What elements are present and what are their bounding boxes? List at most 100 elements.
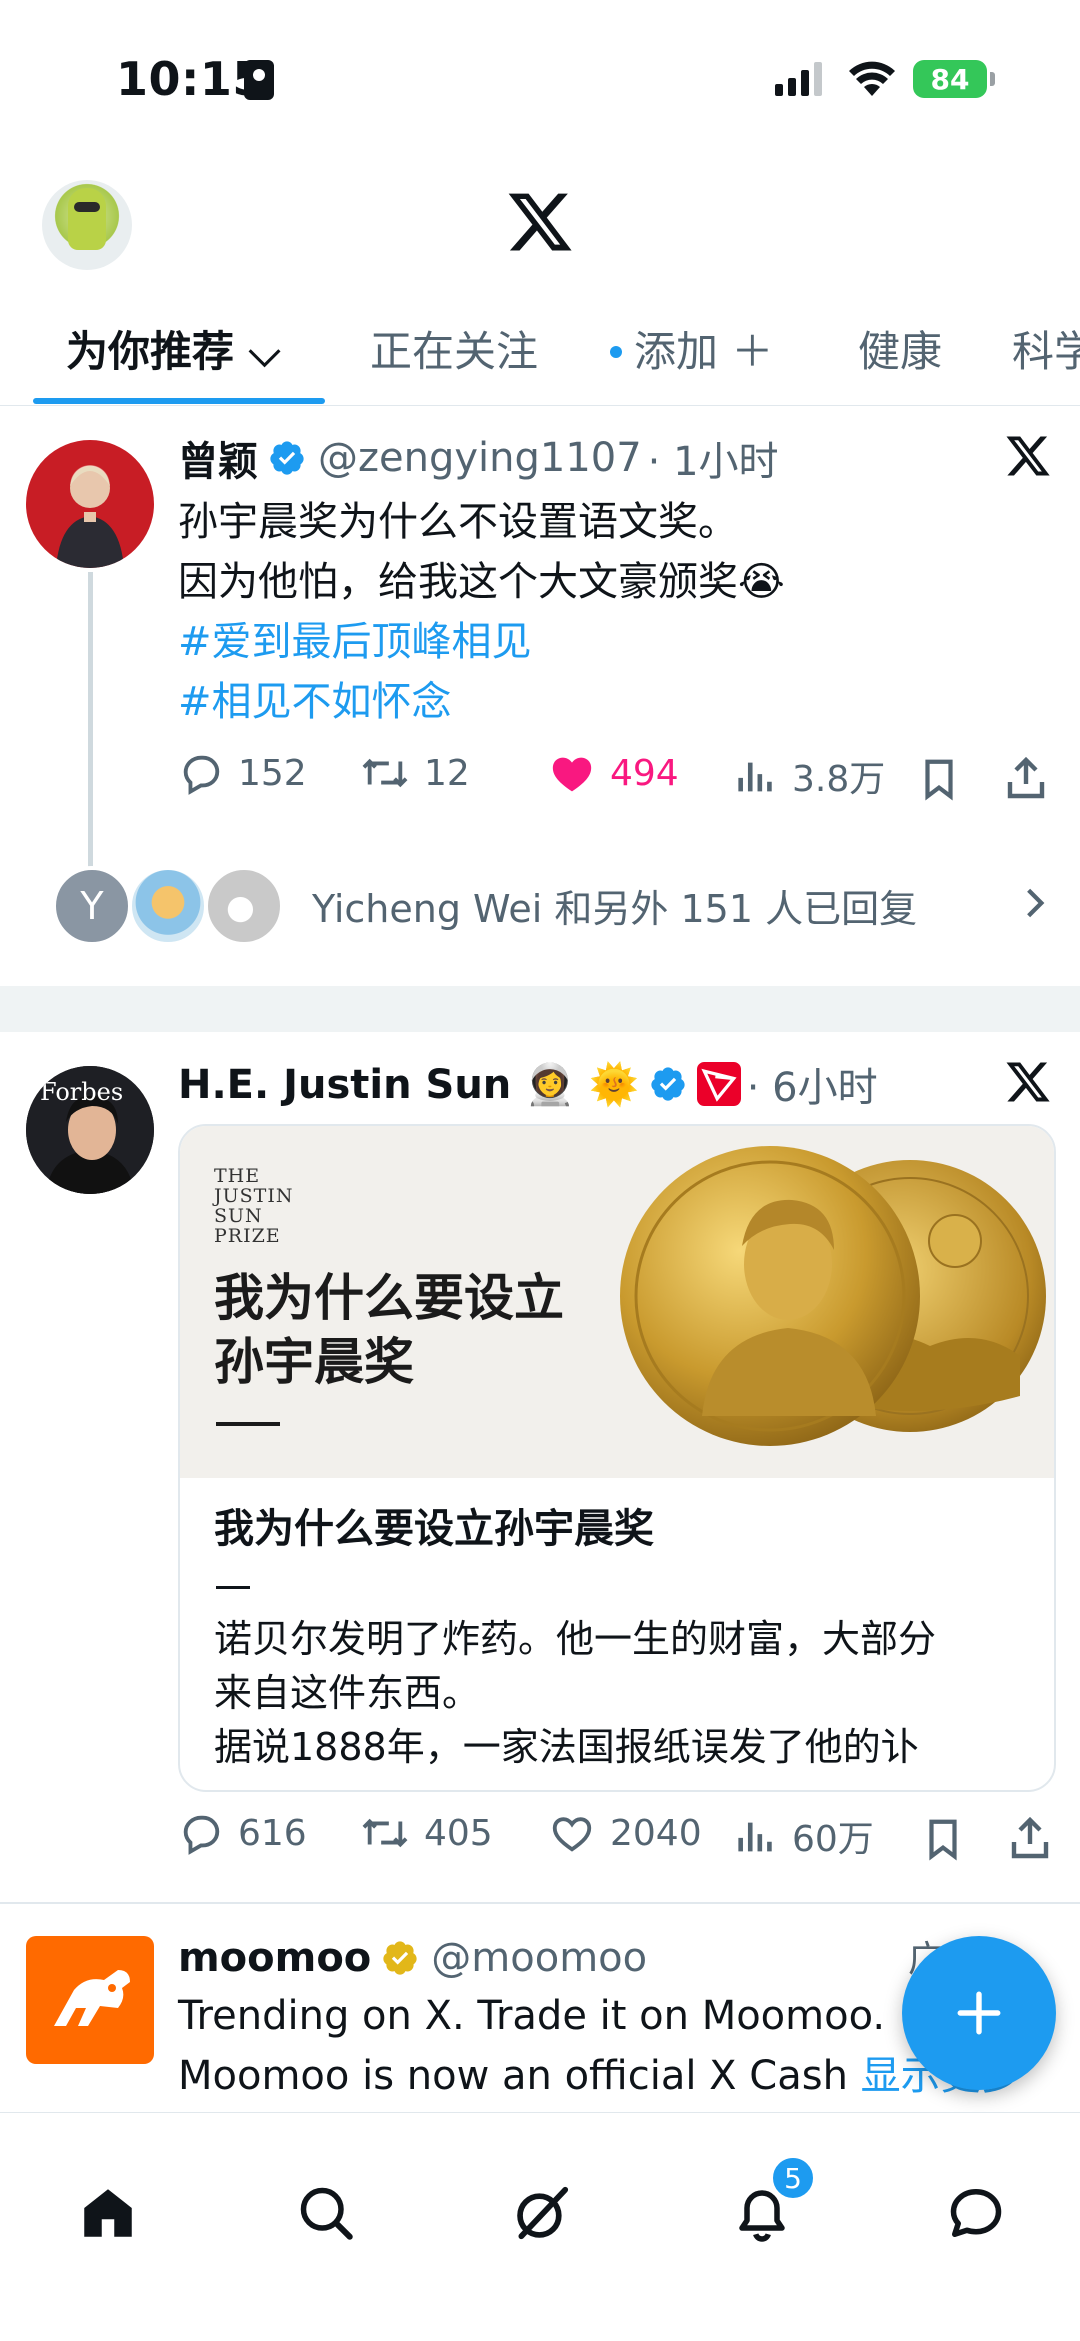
battery-indicator: 84 <box>913 60 995 98</box>
bookmark-icon[interactable] <box>918 756 960 802</box>
reply-avatar <box>204 866 284 946</box>
status-bar: 10:15 84 <box>0 0 1080 150</box>
like-count: 494 <box>610 752 679 794</box>
retweet-count: 12 <box>424 752 470 794</box>
active-tab-indicator <box>33 398 325 404</box>
headline-line: 我为什么要设立 <box>214 1268 564 1327</box>
tweet-text-line: 孙宇晨奖为什么不设置语文奖。 <box>178 499 738 545</box>
tron-affiliate-icon <box>696 1062 741 1106</box>
brand-line: THE <box>214 1165 261 1187</box>
bookmark-icon[interactable] <box>922 1816 964 1862</box>
grok-icon[interactable] <box>1004 1058 1052 1106</box>
orientation-lock-icon <box>244 60 274 100</box>
reply-icon <box>183 755 220 795</box>
status-time: 10:15 <box>116 52 265 106</box>
card-desc-line: 诺贝尔发明了炸药。他一生的财富，大部分 <box>214 1617 937 1661</box>
thread-line <box>88 572 93 868</box>
retweet-count: 405 <box>424 1812 493 1854</box>
reply-avatars[interactable]: Y <box>52 866 292 946</box>
nav-grok[interactable] <box>502 2173 582 2253</box>
ad-author-handle[interactable]: @moomoo <box>431 1935 647 1981</box>
author-name[interactable]: 曾颖 <box>178 429 258 487</box>
heart-filled-icon <box>552 757 592 792</box>
new-dot-icon <box>610 345 622 358</box>
chevron-right-icon[interactable] <box>1022 886 1048 920</box>
author-name[interactable]: H.E. Justin Sun 👩‍🚀 🌞 <box>178 1061 639 1108</box>
x-logo-icon <box>508 193 572 251</box>
link-card[interactable]: THE JUSTIN SUN PRIZE 我为什么要设立 孙宇晨奖 我为什么要设 <box>178 1124 1056 1792</box>
avatar-caption: Forbes <box>40 1078 123 1106</box>
plus-icon <box>957 1991 1001 2035</box>
nav-home[interactable] <box>68 2173 148 2253</box>
views-button[interactable]: 60万 <box>734 1810 874 1862</box>
reply-count: 616 <box>238 1812 307 1854</box>
like-button[interactable]: 2040 <box>548 1810 702 1856</box>
reply-avatar <box>128 866 208 946</box>
tab-add[interactable]: 添加 ＋ <box>610 318 773 379</box>
reply-button[interactable]: 616 <box>178 1810 307 1856</box>
gold-medals-image <box>620 1146 1046 1446</box>
views-button[interactable]: 3.8万 <box>734 750 885 802</box>
retweet-button[interactable]: 405 <box>360 1810 493 1856</box>
verified-badge-icon <box>651 1067 685 1101</box>
tab-for-you[interactable]: 为你推荐 ⌵ <box>66 318 280 379</box>
avatar-photo: Forbes <box>26 1066 154 1194</box>
brand-line: JUSTIN <box>214 1185 294 1207</box>
ad-text-line: Moomoo is now an official X Cash <box>178 2053 861 2099</box>
tab-science[interactable]: 科学 <box>1012 318 1080 379</box>
tweet-body: 孙宇晨奖为什么不设置语文奖。 因为他怕，给我这个大文豪颁奖😭 #爱到最后顶峰相见… <box>178 492 785 732</box>
profile-avatar[interactable] <box>42 180 132 270</box>
prize-brand: THE JUSTIN SUN PRIZE <box>214 1166 293 1246</box>
tweet-header: 曾颖 @zengying1107 · 1小时 <box>178 428 779 488</box>
grok-icon[interactable] <box>1004 432 1052 480</box>
hashtag-link[interactable]: #爱到最后顶峰相见 <box>178 612 785 672</box>
retweet-icon <box>362 758 408 788</box>
tab-following[interactable]: 正在关注 <box>370 318 538 379</box>
share-icon[interactable] <box>1004 754 1048 802</box>
tweet-actions: 152 12 494 3.8万 <box>178 750 1048 810</box>
verified-badge-icon <box>270 441 304 475</box>
cellular-signal-icon <box>775 62 822 96</box>
card-headline: 我为什么要设立 孙宇晨奖 <box>214 1266 564 1394</box>
headline-rule <box>216 1422 280 1426</box>
tweet-header: H.E. Justin Sun 👩‍🚀 🌞 · 6小时 <box>178 1054 878 1114</box>
ad-author-name[interactable]: moomoo <box>178 1935 371 1981</box>
avatar-photo <box>56 466 124 568</box>
reply-avatar-letter: Y <box>52 866 132 946</box>
card-image: THE JUSTIN SUN PRIZE 我为什么要设立 孙宇晨奖 <box>180 1126 1054 1478</box>
compose-button[interactable] <box>902 1936 1056 2090</box>
brand-line: SUN <box>214 1205 263 1227</box>
tweet-actions: 616 405 2040 60万 <box>178 1810 1049 1870</box>
tweet-author-avatar[interactable] <box>26 440 154 568</box>
section-divider <box>0 986 1080 1032</box>
card-desc-line: 据说1888年，一家法国报纸误发了他的讣 <box>214 1725 919 1769</box>
tweet-author-avatar[interactable]: Forbes <box>26 1066 154 1194</box>
tab-health[interactable]: 健康 <box>858 318 942 379</box>
bottom-navigation: 5 <box>0 2112 1080 2341</box>
retweet-icon <box>362 1818 408 1848</box>
nav-search[interactable] <box>286 2173 366 2253</box>
ad-header: moomoo @moomoo <box>178 1928 647 1988</box>
search-icon <box>300 2187 353 2240</box>
views-icon <box>738 762 772 792</box>
reply-summary[interactable]: Yicheng Wei 和另外 151 人已回复 <box>312 878 917 933</box>
brand-line: PRIZE <box>214 1225 281 1247</box>
nav-messages[interactable] <box>936 2173 1016 2253</box>
tweet-divider <box>0 1902 1080 1904</box>
share-icon[interactable] <box>1008 1814 1052 1862</box>
card-description: 诺贝尔发明了炸药。他一生的财富，大部分 来自这件东西。 据说1888年，一家法国… <box>214 1612 1034 1774</box>
views-icon <box>738 1822 772 1852</box>
hashtag-link[interactable]: #相见不如怀念 <box>178 672 785 732</box>
moomoo-logo[interactable] <box>26 1936 154 2064</box>
gold-verified-badge-icon <box>383 1941 417 1975</box>
wifi-icon <box>849 61 895 96</box>
battery-level: 84 <box>930 62 970 96</box>
feed-tabs: 为你推荐 ⌵ 正在关注 添加 ＋ 健康 科学 <box>0 300 1080 406</box>
author-handle[interactable]: @zengying1107 <box>318 435 642 481</box>
retweet-button[interactable]: 12 <box>360 750 470 796</box>
reply-count: 152 <box>238 752 307 794</box>
tweet-text-line: 因为他怕，给我这个大文豪颁奖😭 <box>178 559 785 605</box>
tweet-time: · 1小时 <box>647 439 779 485</box>
like-button[interactable]: 494 <box>548 750 679 796</box>
reply-button[interactable]: 152 <box>178 750 307 796</box>
